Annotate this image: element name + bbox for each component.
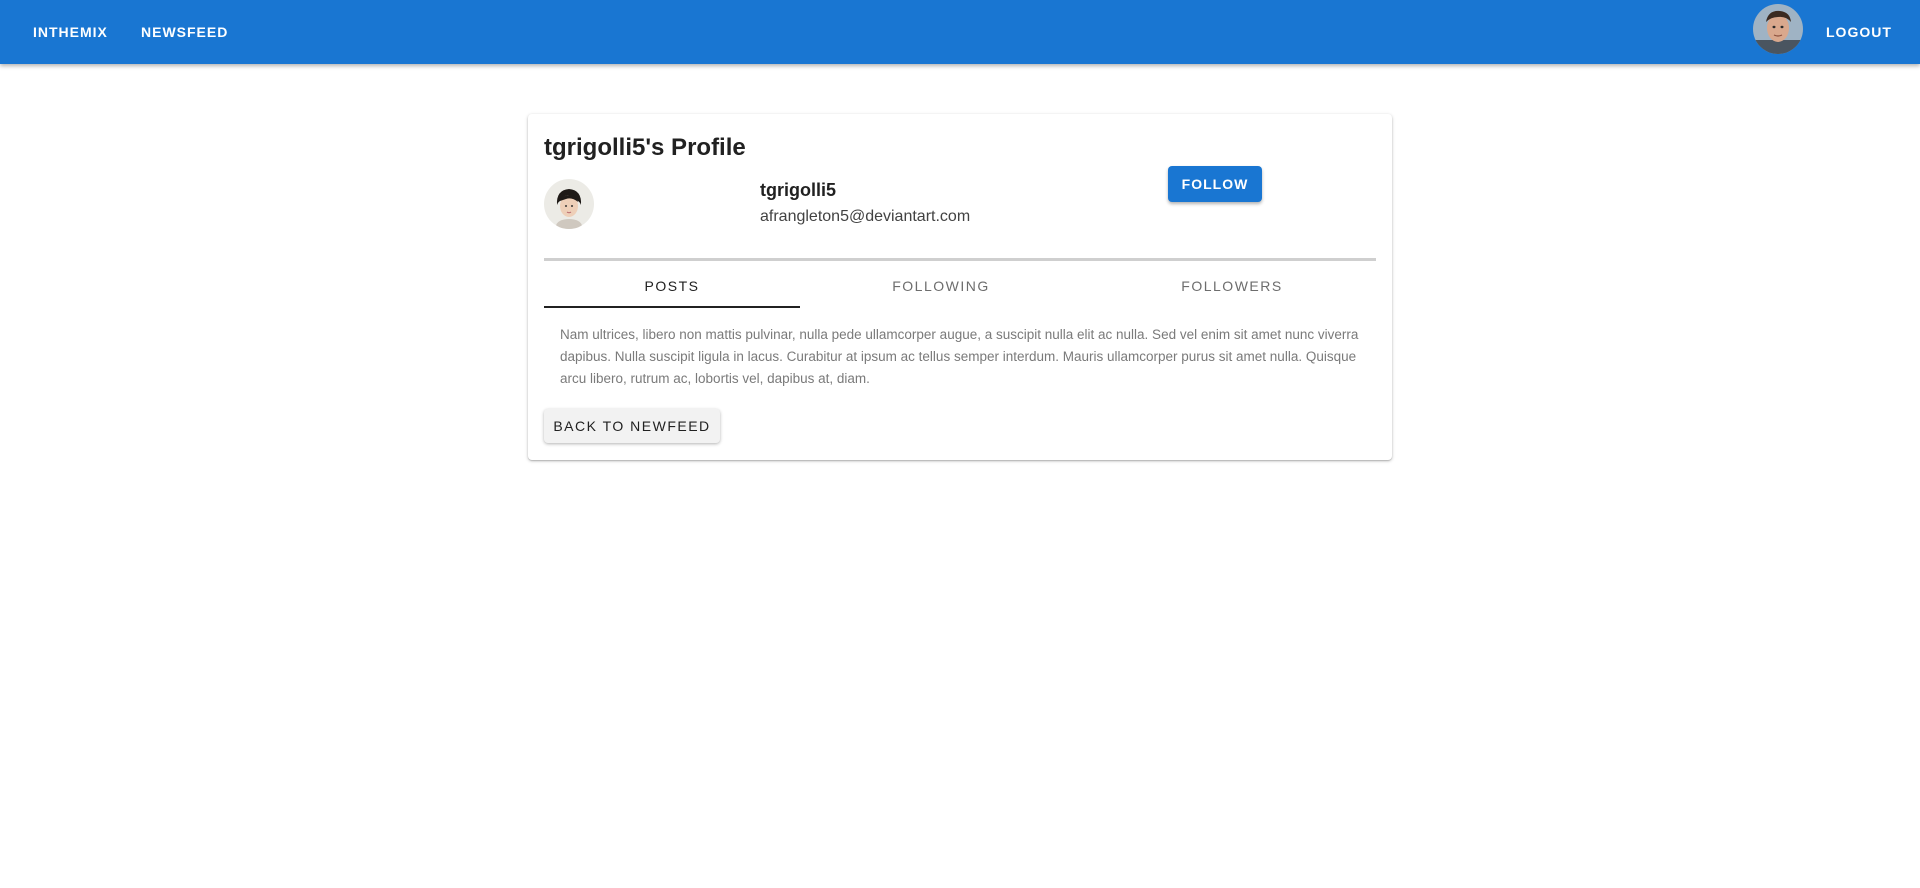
tab-followers[interactable]: FOLLOWERS <box>1088 266 1376 306</box>
back-to-newsfeed-button[interactable]: BACK TO NEWFEED <box>544 409 720 443</box>
newsfeed-button[interactable]: NEWSFEED <box>133 16 236 48</box>
tab-following[interactable]: FOLLOWING <box>813 266 1069 306</box>
profile-email: afrangleton5@deviantart.com <box>760 208 971 225</box>
profile-avatar <box>544 179 594 229</box>
current-user-avatar[interactable] <box>1753 4 1803 54</box>
profile-username: tgrigolli5 <box>760 180 836 200</box>
follow-button[interactable]: FOLLOW <box>1168 166 1262 202</box>
logout-button[interactable]: LOGOUT <box>1818 16 1900 48</box>
brand-button[interactable]: INTHEMIX <box>25 16 116 48</box>
profile-card: tgrigolli5's Profile tgrigolli5 afrangle… <box>528 114 1392 460</box>
app-bar: INTHEMIX NEWSFEED LOGOUT <box>0 0 1920 64</box>
post-text: Nam ultrices, libero non mattis pulvinar… <box>560 327 1359 386</box>
page-title: tgrigolli5's Profile <box>544 134 746 161</box>
tab-posts[interactable]: POSTS <box>544 266 800 308</box>
divider <box>544 258 1376 261</box>
